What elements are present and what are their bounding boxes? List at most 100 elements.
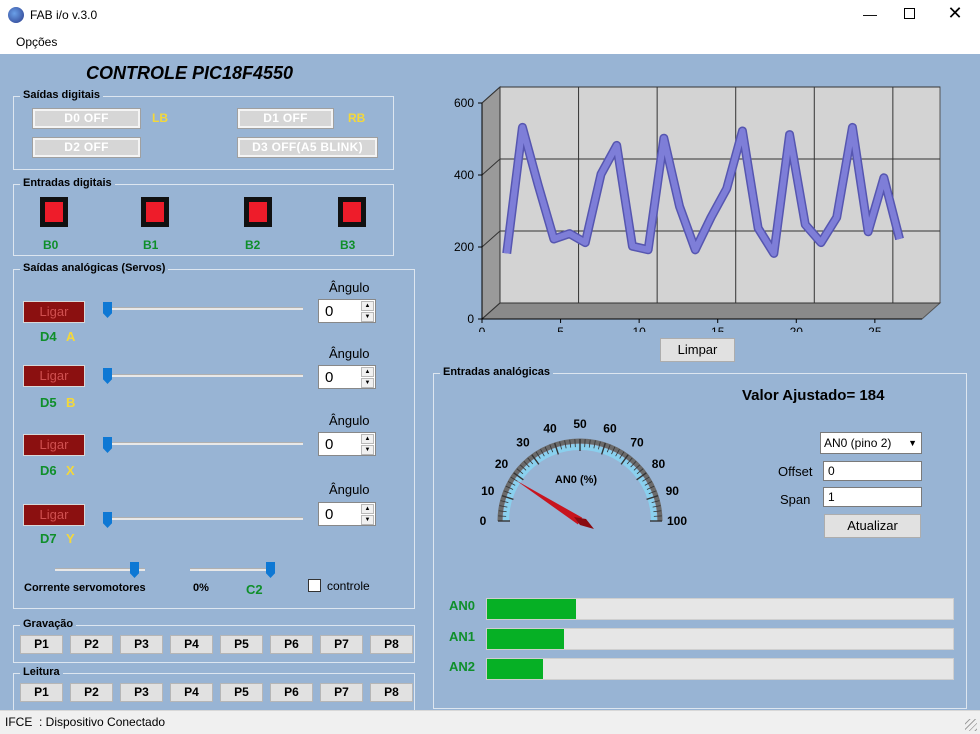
- angle-value: 0: [325, 506, 334, 523]
- gauge-tick: [574, 439, 576, 448]
- gravacao-button-p2[interactable]: P2: [70, 635, 113, 654]
- c2-slider-track[interactable]: [190, 568, 275, 571]
- group-title: Leitura: [20, 666, 63, 678]
- key-x-label: X: [66, 463, 75, 478]
- gravacao-button-p7[interactable]: P7: [320, 635, 363, 654]
- leitura-button-p6[interactable]: P6: [270, 683, 313, 702]
- led-b2: [244, 197, 272, 227]
- b1-label: B1: [143, 238, 159, 252]
- d1-button[interactable]: D1 OFF: [237, 108, 334, 129]
- close-icon[interactable]: ✕: [946, 4, 964, 22]
- an1-progress: [486, 628, 954, 650]
- gravacao-button-p6[interactable]: P6: [270, 635, 313, 654]
- leitura-button-p8[interactable]: P8: [370, 683, 413, 702]
- spin-up-icon[interactable]: ▲: [361, 504, 374, 514]
- leitura-button-p4[interactable]: P4: [170, 683, 213, 702]
- an2-progress: [486, 658, 954, 680]
- y-tick-label: 600: [454, 96, 474, 110]
- led-b0: [40, 197, 68, 227]
- minimize-icon[interactable]: —: [862, 7, 878, 23]
- x-tick-label: 15: [711, 325, 725, 332]
- ligar-button-d7[interactable]: Ligar: [23, 504, 85, 526]
- group-title: Saídas digitais: [20, 89, 104, 101]
- spin-down-icon[interactable]: ▼: [361, 445, 374, 455]
- d5-label: D5: [40, 395, 57, 410]
- angle-value: 0: [325, 303, 334, 320]
- x-tick-label: 0: [479, 325, 486, 332]
- c2-label: C2: [246, 582, 263, 597]
- servo-slider-track[interactable]: [103, 307, 303, 310]
- led-b1: [141, 197, 169, 227]
- gravacao-button-p4[interactable]: P4: [170, 635, 213, 654]
- leitura-button-p1[interactable]: P1: [20, 683, 63, 702]
- spin-up-icon[interactable]: ▲: [361, 301, 374, 311]
- gravacao-button-p8[interactable]: P8: [370, 635, 413, 654]
- offset-field[interactable]: [823, 461, 922, 481]
- angle-label: Ângulo: [329, 413, 370, 428]
- status-text: IFCE : Dispositivo Conectado: [5, 715, 166, 729]
- an0-fill: [487, 599, 576, 619]
- ligar-button-d6[interactable]: Ligar: [23, 434, 85, 456]
- ligar-button-d5[interactable]: Ligar: [23, 365, 85, 387]
- y-tick-label: 200: [454, 240, 474, 254]
- current-label: Corrente servomotores: [24, 582, 146, 594]
- angle-value: 0: [325, 436, 334, 453]
- group-title: Saídas analógicas (Servos): [20, 262, 169, 274]
- d3-button[interactable]: D3 OFF(A5 BLINK): [237, 137, 378, 158]
- gravacao-button-p1[interactable]: P1: [20, 635, 63, 654]
- gravacao-button-p3[interactable]: P3: [120, 635, 163, 654]
- angle-spinner-d5[interactable]: 0 ▲ ▼: [318, 365, 376, 389]
- group-title: Entradas analógicas: [440, 366, 553, 378]
- gauge-label: AN0 (%): [555, 474, 598, 486]
- an0-progress: [486, 598, 954, 620]
- channel-select[interactable]: AN0 (pino 2) ▼: [820, 432, 922, 454]
- d2-button[interactable]: D2 OFF: [32, 137, 141, 158]
- percent-label: 0%: [193, 582, 209, 594]
- digital-inputs-group: Entradas digitais: [13, 177, 394, 256]
- angle-spinner-d7[interactable]: 0 ▲ ▼: [318, 502, 376, 526]
- spin-down-icon[interactable]: ▼: [361, 378, 374, 388]
- gauge-tick-label: 90: [666, 484, 680, 498]
- group-title: Entradas digitais: [20, 177, 115, 189]
- gauge-needle: [515, 480, 583, 525]
- lb-label: LB: [152, 111, 168, 125]
- chevron-down-icon: ▼: [908, 438, 917, 448]
- rb-label: RB: [348, 111, 366, 125]
- gauge-tick-label: 50: [573, 417, 587, 431]
- an2-label: AN2: [449, 659, 476, 674]
- span-label: Span: [780, 492, 811, 507]
- servo-slider-track[interactable]: [103, 517, 303, 520]
- y-tick-label: 0: [467, 312, 474, 326]
- leitura-button-p5[interactable]: P5: [220, 683, 263, 702]
- servo-slider-track[interactable]: [103, 442, 303, 445]
- leitura-button-p7[interactable]: P7: [320, 683, 363, 702]
- controle-checkbox[interactable]: [308, 579, 321, 592]
- spin-down-icon[interactable]: ▼: [361, 515, 374, 525]
- chart-side-wall: [481, 85, 501, 321]
- resize-grip-icon[interactable]: [965, 719, 977, 731]
- limpar-button[interactable]: Limpar: [660, 338, 735, 362]
- maximize-icon[interactable]: [904, 8, 915, 19]
- leitura-button-p2[interactable]: P2: [70, 683, 113, 702]
- spin-up-icon[interactable]: ▲: [361, 367, 374, 377]
- ligar-button-d4[interactable]: Ligar: [23, 301, 85, 323]
- servo-slider-track[interactable]: [103, 374, 303, 377]
- angle-spinner-d6[interactable]: 0 ▲ ▼: [318, 432, 376, 456]
- key-a-label: A: [66, 329, 76, 344]
- menu-bar: Opções: [0, 30, 980, 54]
- spin-up-icon[interactable]: ▲: [361, 434, 374, 444]
- angle-spinner-d4[interactable]: 0 ▲ ▼: [318, 299, 376, 323]
- channel-select-value: AN0 (pino 2): [824, 436, 892, 450]
- menu-options[interactable]: Opções: [16, 35, 57, 49]
- leitura-button-p3[interactable]: P3: [120, 683, 163, 702]
- span-field[interactable]: [823, 487, 922, 507]
- digital-outputs-group: Saídas digitais: [13, 89, 394, 170]
- atualizar-button[interactable]: Atualizar: [824, 514, 921, 538]
- led-b3: [338, 197, 366, 227]
- gravacao-button-p5[interactable]: P5: [220, 635, 263, 654]
- d0-button[interactable]: D0 OFF: [32, 108, 141, 129]
- spin-down-icon[interactable]: ▼: [361, 312, 374, 322]
- valor-ajustado: Valor Ajustado= 184: [742, 387, 885, 404]
- offset-label: Offset: [778, 464, 813, 479]
- gauge-tick-label: 10: [481, 484, 495, 498]
